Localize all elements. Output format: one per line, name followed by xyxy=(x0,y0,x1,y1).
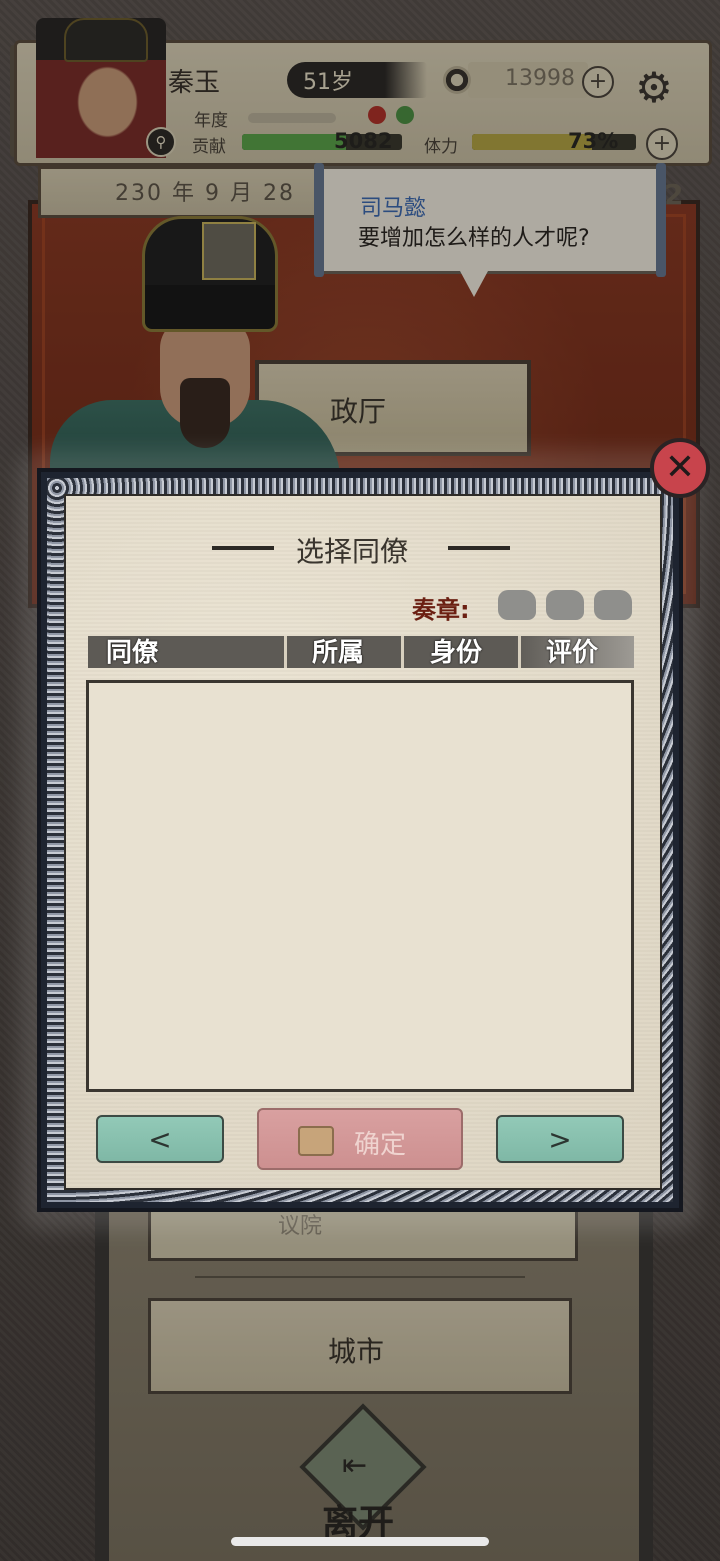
memorial-seal-icon xyxy=(546,590,584,620)
confirm-button-label: 确定 xyxy=(354,1130,407,1160)
memorial-seal-icon xyxy=(498,590,536,620)
header-separator xyxy=(284,636,287,668)
scroll-icon xyxy=(298,1126,334,1156)
prev-page-button[interactable]: < xyxy=(96,1115,224,1163)
next-page-button[interactable]: > xyxy=(496,1115,624,1163)
memorial-seal-icon xyxy=(594,590,632,620)
header-separator xyxy=(401,636,404,668)
header-separator xyxy=(518,636,521,668)
column-affiliation[interactable]: 所属 xyxy=(312,632,364,669)
home-indicator[interactable] xyxy=(231,1537,489,1546)
column-evaluation[interactable]: 评价 xyxy=(546,632,598,669)
memorial-label: 奏章: xyxy=(412,596,470,624)
colleague-list[interactable] xyxy=(86,680,634,1092)
modal-title: 选择同僚 xyxy=(296,535,409,568)
column-colleague[interactable]: 同僚 xyxy=(106,632,158,669)
column-identity[interactable]: 身份 xyxy=(430,632,482,669)
title-ornament-right xyxy=(448,546,510,550)
close-icon[interactable]: ✕ xyxy=(650,438,710,498)
title-ornament-left xyxy=(212,546,274,550)
